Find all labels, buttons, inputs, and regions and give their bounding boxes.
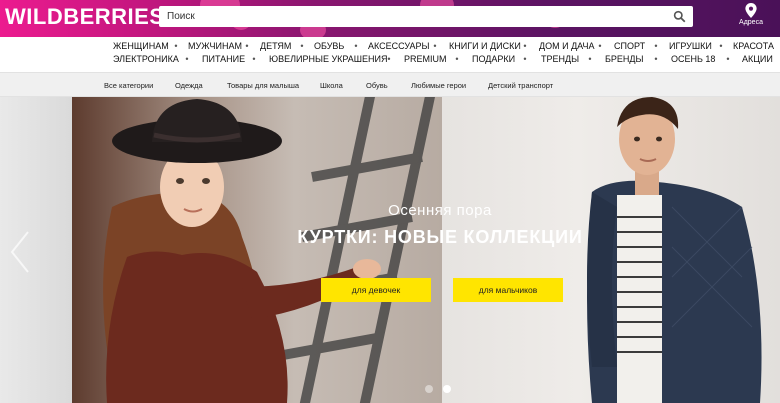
menu-separator: •: [654, 41, 658, 51]
slider-dot-1[interactable]: [425, 385, 433, 393]
menu-separator: •: [387, 54, 391, 64]
chevron-left-icon[interactable]: [8, 228, 32, 276]
main-menu-row-1: ЖЕНЩИНАМ • МУЖЧИНАМ • ДЕТЯМ • ОБУВЬ • АК…: [0, 41, 780, 54]
menu-item-electronics[interactable]: ЭЛЕКТРОНИКА: [113, 54, 179, 64]
submenu-item-favorite-heroes[interactable]: Любимые герои: [411, 81, 466, 90]
submenu-item-all-categories[interactable]: Все категории: [104, 81, 153, 90]
menu-item-books[interactable]: КНИГИ И ДИСКИ: [449, 41, 521, 51]
addresses-button[interactable]: Адреса: [736, 3, 766, 26]
boy-photo: [442, 97, 780, 403]
menu-separator: •: [433, 41, 437, 51]
menu-item-premium[interactable]: PREMIUM: [404, 54, 447, 64]
boy-illustration: [587, 97, 762, 403]
submenu-item-school[interactable]: Школа: [320, 81, 343, 90]
menu-item-sales[interactable]: АКЦИИ: [742, 54, 773, 64]
menu-separator: •: [523, 41, 527, 51]
menu-separator: •: [719, 41, 723, 51]
menu-item-women[interactable]: ЖЕНЩИНАМ: [113, 41, 169, 51]
menu-item-sport[interactable]: СПОРТ: [614, 41, 645, 51]
header-bar: WILDBERRIES Адреса: [0, 0, 780, 40]
menu-separator: •: [245, 41, 249, 51]
slider-dot-2[interactable]: [443, 385, 451, 393]
promo-banner[interactable]: Осенняя пора КУРТКИ: НОВЫЕ КОЛЛЕКЦИИ для…: [0, 97, 780, 403]
menu-item-gifts[interactable]: ПОДАРКИ: [472, 54, 515, 64]
banner-text: Осенняя пора КУРТКИ: НОВЫЕ КОЛЛЕКЦИИ: [280, 202, 600, 248]
menu-item-kids[interactable]: ДЕТЯМ: [260, 41, 291, 51]
search-bar: [159, 6, 693, 27]
menu-separator: •: [252, 54, 256, 64]
main-menu-row-2: ЭЛЕКТРОНИКА • ПИТАНИЕ • ЮВЕЛИРНЫЕ УКРАШЕ…: [0, 54, 780, 67]
menu-item-men[interactable]: МУЖЧИНАМ: [188, 41, 242, 51]
page: WILDBERRIES Адреса ЖЕНЩИНАМ • МУЖЧИНАМ •…: [0, 0, 780, 403]
menu-item-brands[interactable]: БРЕНДЫ: [605, 54, 643, 64]
menu-separator: •: [174, 41, 178, 51]
for-girls-button[interactable]: для девочек: [321, 278, 431, 302]
menu-item-accessories[interactable]: АКСЕССУАРЫ: [368, 41, 429, 51]
menu-separator: •: [455, 54, 459, 64]
girl-illustration: [103, 97, 435, 403]
submenu-item-kids-transport[interactable]: Детский транспорт: [488, 81, 553, 90]
menu-item-jewelry[interactable]: ЮВЕЛИРНЫЕ УКРАШЕНИЯ: [269, 54, 388, 64]
menu-item-trends[interactable]: ТРЕНДЫ: [541, 54, 579, 64]
menu-item-shoes[interactable]: ОБУВЬ: [314, 41, 344, 51]
banner-title: КУРТКИ: НОВЫЕ КОЛЛЕКЦИИ: [297, 227, 583, 247]
for-boys-button[interactable]: для мальчиков: [453, 278, 563, 302]
menu-separator: •: [300, 41, 304, 51]
location-pin-icon: [745, 3, 757, 18]
banner-subtitle: Осенняя пора: [388, 202, 492, 219]
menu-item-toys[interactable]: ИГРУШКИ: [669, 41, 712, 51]
search-icon[interactable]: [673, 10, 686, 23]
menu-item-beauty[interactable]: КРАСОТА: [733, 41, 774, 51]
main-menu: ЖЕНЩИНАМ • МУЖЧИНАМ • ДЕТЯМ • ОБУВЬ • АК…: [0, 37, 780, 72]
sub-menu: Все категории Одежда Товары для малыша Ш…: [0, 72, 780, 97]
menu-item-home[interactable]: ДОМ И ДАЧА: [539, 41, 594, 51]
menu-separator: •: [354, 41, 358, 51]
menu-separator: •: [523, 54, 527, 64]
menu-separator: •: [726, 54, 730, 64]
menu-separator: •: [185, 54, 189, 64]
logo[interactable]: WILDBERRIES: [5, 4, 165, 30]
submenu-item-clothing[interactable]: Одежда: [175, 81, 203, 90]
menu-separator: •: [654, 54, 658, 64]
search-input[interactable]: [159, 11, 659, 22]
addresses-label: Адреса: [739, 19, 763, 26]
slider-dots: [425, 385, 451, 393]
menu-item-food[interactable]: ПИТАНИЕ: [202, 54, 245, 64]
submenu-item-baby-goods[interactable]: Товары для малыша: [227, 81, 299, 90]
menu-item-autumn[interactable]: ОСЕНЬ 18: [671, 54, 715, 64]
menu-separator: •: [588, 54, 592, 64]
submenu-item-shoes[interactable]: Обувь: [366, 81, 388, 90]
girl-photo: [72, 97, 442, 403]
menu-separator: •: [598, 41, 602, 51]
